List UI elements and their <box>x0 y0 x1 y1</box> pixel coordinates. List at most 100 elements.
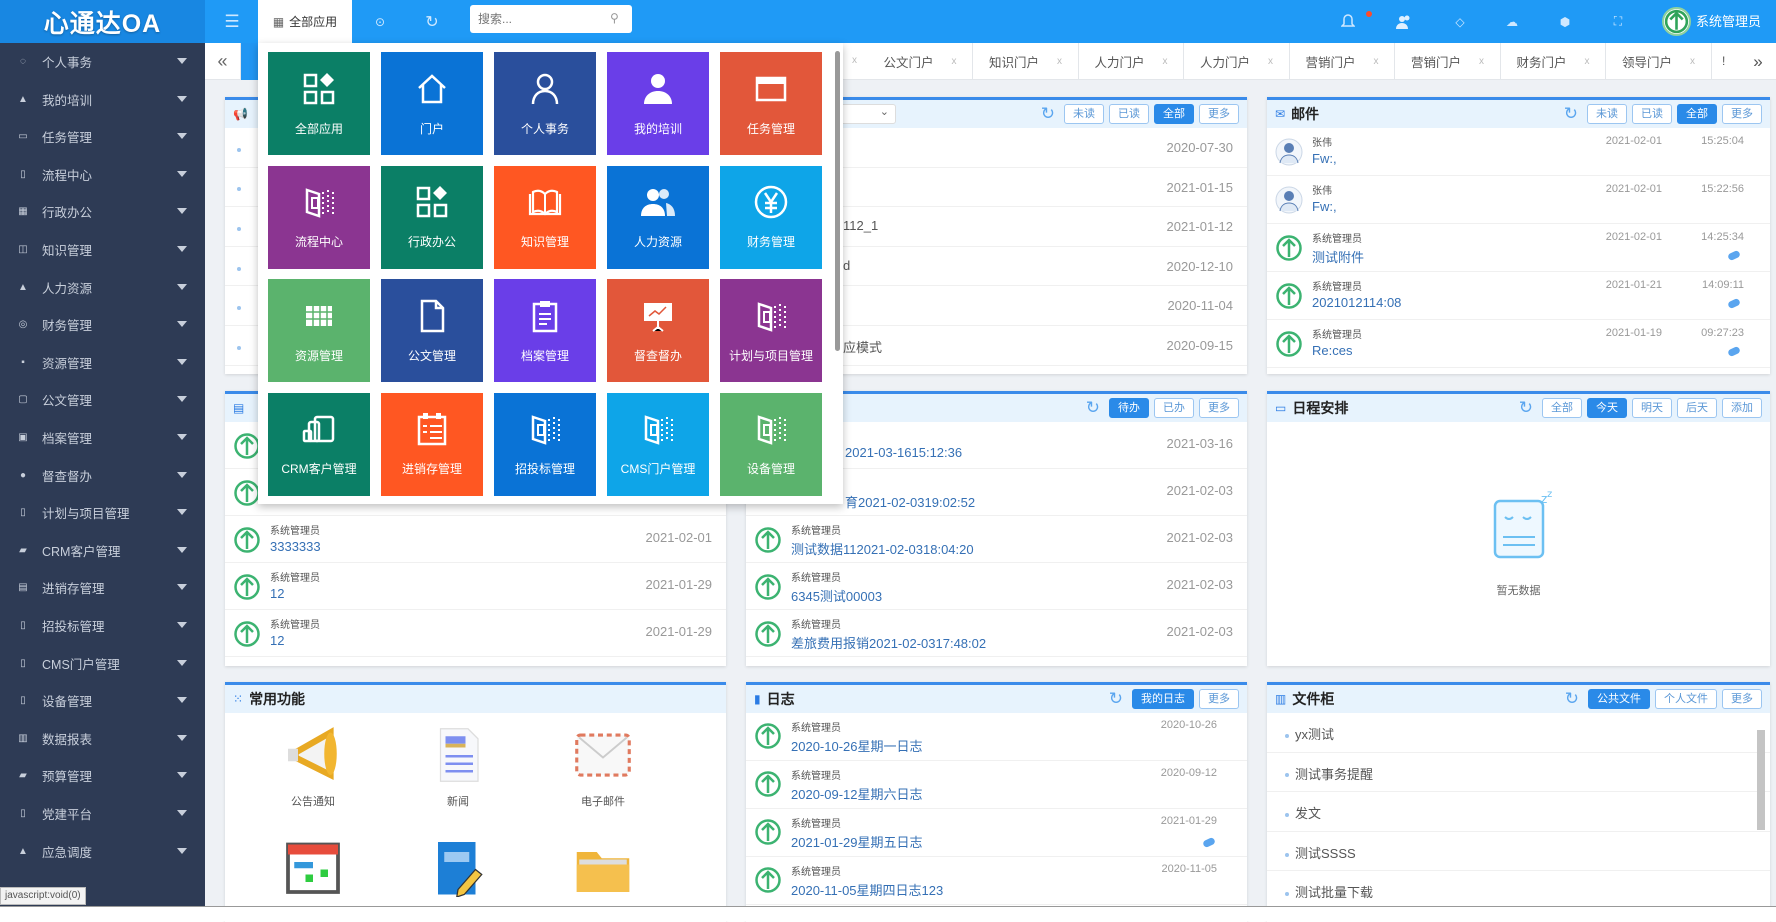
filter-button[interactable]: 更多 <box>1199 104 1239 124</box>
filter-button[interactable]: 添加 <box>1722 398 1762 418</box>
list-item[interactable]: 系统管理员 差旅费用报销2021-02-0317:48:02 2021-02-03 <box>746 610 1247 657</box>
filter-button[interactable]: 全部 <box>1154 104 1194 124</box>
filter-button[interactable]: 更多 <box>1199 689 1239 709</box>
sidebar-item[interactable]: ◫ 知识管理 <box>0 231 205 268</box>
app-tile[interactable]: 档案管理 <box>494 279 596 382</box>
item-subject[interactable]: 2021-03-1615:12:36 <box>845 445 962 460</box>
app-tile[interactable]: 行政办公 <box>381 165 483 269</box>
sidebar-item[interactable]: ▰ CRM客户管理 <box>0 532 205 569</box>
sidebar-item[interactable]: ▯ 招投标管理 <box>0 607 205 644</box>
tabs-next-button[interactable]: » <box>1740 43 1776 80</box>
sidebar-item[interactable]: ▯ 计划与项目管理 <box>0 494 205 531</box>
filter-button[interactable]: 更多 <box>1722 689 1762 709</box>
filter-button[interactable]: 全部 <box>1677 104 1717 124</box>
files-scrollbar[interactable] <box>1757 730 1765 830</box>
app-tile[interactable]: 招投标管理 <box>494 392 596 496</box>
app-tile[interactable]: CMS门户管理 <box>607 392 709 496</box>
mail-subject[interactable]: Re:ces <box>1312 343 1352 358</box>
mail-subject[interactable]: Fw:, <box>1312 151 1337 166</box>
sidebar-item[interactable]: ▭ 任务管理 <box>0 118 205 155</box>
bell-icon[interactable] <box>1333 0 1363 43</box>
sidebar-item[interactable]: ▤ 进销存管理 <box>0 569 205 606</box>
filter-button[interactable]: 我的日志 <box>1132 689 1194 709</box>
refresh-icon[interactable]: ↻ <box>1565 689 1579 709</box>
box-icon[interactable]: ⬢ <box>1550 0 1580 43</box>
close-icon[interactable]: x <box>1374 56 1379 67</box>
close-icon[interactable]: x <box>1690 56 1695 67</box>
sidebar-item[interactable]: ▯ 党建平台 <box>0 795 205 832</box>
filter-button[interactable]: 未读 <box>1064 104 1104 124</box>
news-title[interactable]: d <box>843 258 850 273</box>
app-tile[interactable]: 设备管理 <box>720 392 822 496</box>
quick-envelope[interactable]: 电子邮件 <box>543 725 663 809</box>
close-icon[interactable]: x <box>852 55 857 66</box>
item-subject[interactable]: 育2021-02-0319:02:52 <box>845 492 975 511</box>
sidebar-item[interactable]: ◌ 个人事务 <box>0 43 205 80</box>
quick-notebook[interactable] <box>398 837 518 905</box>
sidebar-item[interactable]: ▦ 行政办公 <box>0 193 205 230</box>
file-item[interactable]: 测试事务提醒 <box>1267 753 1770 793</box>
list-item[interactable]: 系统管理员 3333333 2021-02-01 <box>225 516 726 563</box>
app-tile[interactable]: CRM客户管理 <box>268 392 370 496</box>
file-item[interactable]: 测试SSSS <box>1267 832 1770 872</box>
portal-tab[interactable]: 人力门户 x <box>1079 43 1184 80</box>
sidebar-item[interactable]: ● 督查督办 <box>0 457 205 494</box>
mail-item[interactable]: 系统管理员 测试附件 2021-02-01 14:25:34 <box>1267 224 1770 272</box>
item-subject[interactable]: 2021-01-29星期五日志 <box>791 832 923 851</box>
close-icon[interactable]: x <box>1057 56 1062 67</box>
diary-item[interactable]: 系统管理员 2020-11-05星期四日志123 2020-11-05 <box>746 857 1247 905</box>
mail-item[interactable]: 张伟 Fw:, 2021-02-01 15:25:04 <box>1267 128 1770 176</box>
app-tile[interactable]: 个人事务 <box>494 52 596 155</box>
app-tile[interactable]: 财务管理 <box>720 165 822 269</box>
item-subject[interactable]: 2020-11-05星期四日志123 <box>791 880 943 899</box>
portal-tab[interactable]: 公文门户 x <box>868 43 973 80</box>
item-subject[interactable]: 2020-10-26星期一日志 <box>791 736 923 755</box>
filter-button[interactable]: 更多 <box>1199 398 1239 418</box>
apps-menu-scrollbar[interactable] <box>835 51 840 351</box>
refresh-icon[interactable]: ↻ <box>1041 104 1055 124</box>
menu-icon[interactable]: ☰ <box>217 0 247 43</box>
sidebar-item[interactable]: ▯ 流程中心 <box>0 156 205 193</box>
filter-button[interactable]: 待办 <box>1109 398 1149 418</box>
sidebar-item[interactable]: ▲ 我的培训 <box>0 81 205 118</box>
close-icon[interactable]: x <box>1268 56 1273 67</box>
filter-button[interactable]: 公共文件 <box>1588 689 1650 709</box>
mail-item[interactable]: 张伟 Fw:, 2021-02-01 15:22:56 <box>1267 176 1770 224</box>
refresh-icon[interactable]: ↻ <box>1519 398 1533 418</box>
item-subject[interactable]: 差旅费用报销2021-02-0317:48:02 <box>791 633 986 652</box>
skin-icon[interactable]: ⊙ <box>365 0 395 43</box>
app-tile[interactable]: 流程中心 <box>268 165 370 269</box>
item-subject[interactable]: 测试数据112021-02-0318:04:20 <box>791 539 974 558</box>
app-tile[interactable]: 督查督办 <box>607 279 709 382</box>
diary-item[interactable]: 系统管理员 2020-09-12星期六日志 2020-09-12 <box>746 761 1247 809</box>
search-input[interactable] <box>470 5 632 33</box>
app-tile[interactable]: 资源管理 <box>268 279 370 382</box>
news-title[interactable]: 112_1 <box>843 218 878 233</box>
sidebar-item[interactable]: ▥ 数据报表 <box>0 720 205 757</box>
filter-button[interactable]: 未读 <box>1587 104 1627 124</box>
item-subject[interactable]: 12 <box>270 586 284 601</box>
close-icon[interactable]: x <box>1163 56 1168 67</box>
item-subject[interactable]: 2020-09-12星期六日志 <box>791 784 923 803</box>
item-subject[interactable]: 3333333 <box>270 539 321 554</box>
user-name[interactable]: 系统管理员 <box>1696 0 1761 43</box>
tab-overflow[interactable]: ! <box>1722 43 1725 80</box>
sidebar-item[interactable]: ▲ 人力资源 <box>0 269 205 306</box>
filter-button[interactable]: 已读 <box>1632 104 1672 124</box>
filter-button[interactable]: 已读 <box>1109 104 1149 124</box>
filter-button[interactable]: 明天 <box>1632 398 1672 418</box>
diary-item[interactable]: 系统管理员 2020-10-26星期一日志 2020-10-26 <box>746 713 1247 761</box>
item-subject[interactable]: 6345测试00003 <box>791 586 882 605</box>
file-item[interactable]: yx测试 <box>1267 713 1770 753</box>
list-item[interactable]: 系统管理员 测试数据112021-02-0318:04:20 2021-02-03 <box>746 516 1247 563</box>
app-tile[interactable]: 进销存管理 <box>381 392 483 496</box>
portal-tab[interactable]: 营销门户 x <box>1290 43 1395 80</box>
app-tile[interactable]: 计划与项目管理 <box>720 279 822 382</box>
app-tile[interactable]: 全部应用 <box>268 52 370 155</box>
refresh-icon[interactable]: ↻ <box>1086 398 1100 418</box>
filter-button[interactable]: 全部 <box>1542 398 1582 418</box>
quick-megaphone[interactable]: 公告通知 <box>253 725 373 809</box>
portal-tab[interactable]: 知识门户 x <box>974 43 1079 80</box>
mail-subject[interactable]: 2021012114:08 <box>1312 295 1401 310</box>
user-avatar[interactable] <box>1662 6 1691 36</box>
